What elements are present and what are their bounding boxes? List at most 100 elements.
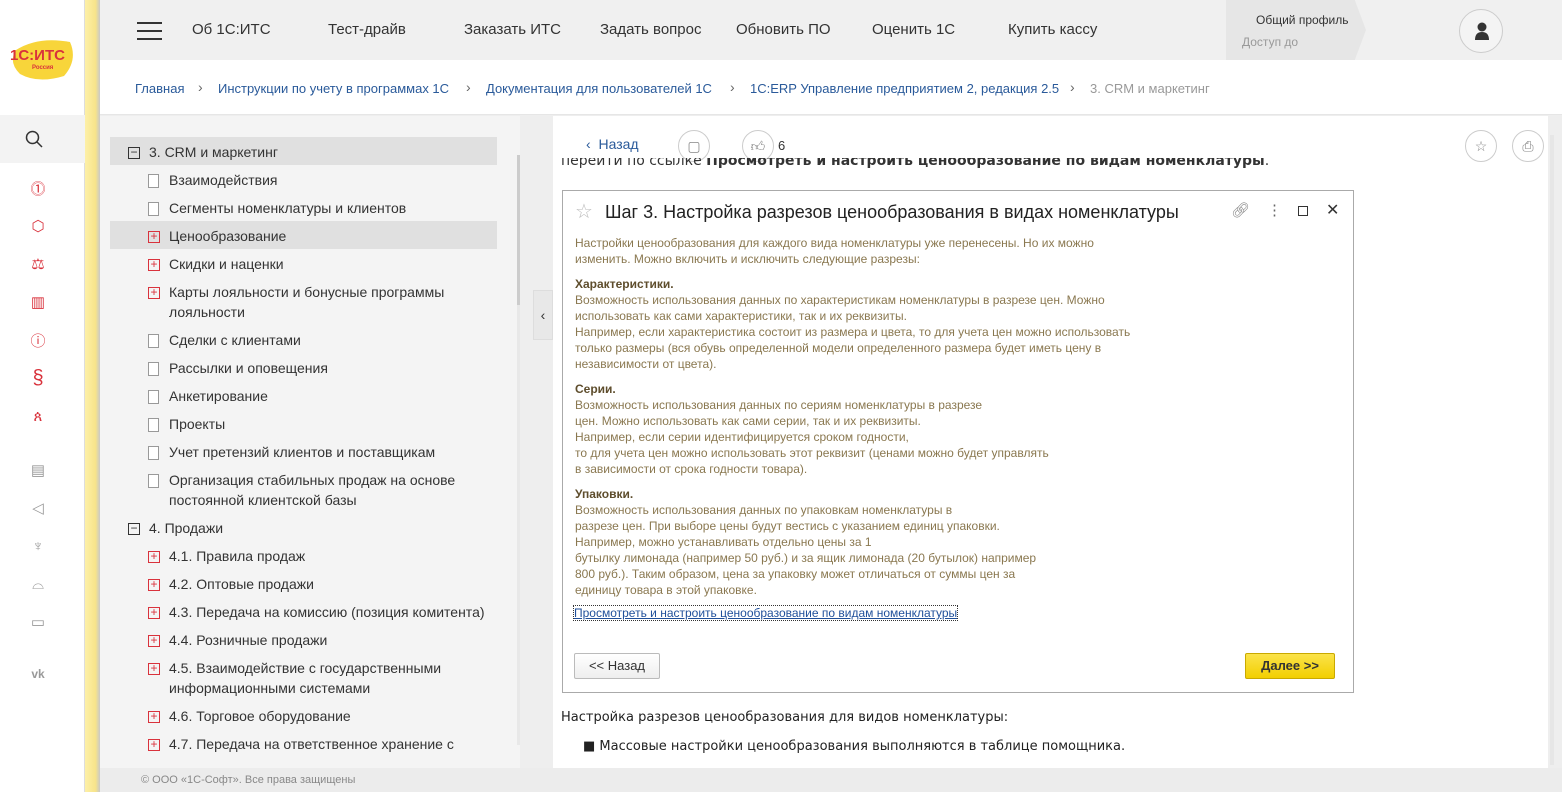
nav-update[interactable]: Обновить ПО [736, 21, 831, 38]
tree-item-label: Проекты [169, 416, 226, 432]
nav-about[interactable]: Об 1С:ИТС [192, 21, 271, 38]
scales-icon[interactable]: ⚖ [26, 252, 50, 276]
more-icon[interactable]: ⋮ [1267, 201, 1282, 219]
tree-item[interactable]: Учет претензий клиентов и поставщикам [100, 438, 520, 466]
back-link[interactable]: ‹ Назад [586, 136, 639, 152]
tree-item[interactable]: Рассылки и оповещения [100, 354, 520, 382]
nav-ask[interactable]: Задать вопрос [600, 21, 701, 38]
breadcrumb-docs[interactable]: Документация для пользователей 1С [486, 81, 712, 96]
document-icon[interactable] [148, 446, 159, 460]
document-icon[interactable] [148, 390, 159, 404]
cube-icon[interactable]: ⬡ [26, 214, 50, 238]
content-scrollbar[interactable] [1550, 135, 1554, 765]
wizard-back-button[interactable]: << Назад [574, 653, 660, 679]
collapse-icon[interactable]: − [128, 522, 140, 535]
expand-icon[interactable]: + [148, 230, 160, 243]
collapse-tree-button[interactable]: ‹ [533, 290, 553, 340]
expand-icon[interactable]: + [148, 662, 160, 675]
breadcrumb-separator: › [198, 79, 203, 95]
tree-item[interactable]: + Ценообразование [100, 221, 520, 250]
document-icon[interactable] [148, 174, 159, 188]
tree-scrollbar[interactable] [517, 155, 520, 305]
link-icon[interactable]: 🔗︎ [1231, 201, 1250, 219]
expand-icon[interactable]: + [148, 634, 160, 647]
chat-icon[interactable]: ▭ [26, 610, 50, 634]
maximize-icon[interactable] [1298, 206, 1308, 216]
breadcrumb-instructions[interactable]: Инструкции по учету в программах 1С [218, 81, 449, 96]
pricing-settings-link[interactable]: Просмотреть и настроить ценообразование … [572, 605, 959, 621]
tree-item-label: Анкетирование [169, 388, 268, 404]
graduation-cap-icon[interactable]: ⌓ [26, 572, 50, 596]
tree-item[interactable]: Сделки с клиентами [100, 326, 520, 354]
tree-item[interactable]: + Скидки и наценки [100, 250, 520, 278]
people-icon[interactable]: ጰ [26, 404, 50, 428]
tree-item[interactable]: Взаимодействия [100, 166, 520, 194]
expand-icon[interactable]: + [148, 738, 160, 751]
expand-icon[interactable]: + [148, 550, 160, 563]
thumbs-up-icon: 👍︎ [750, 138, 766, 154]
vk-icon[interactable]: vk [26, 662, 50, 686]
document-icon[interactable] [148, 418, 159, 432]
rail-divider [85, 0, 100, 792]
tree-item[interactable]: +4.5. Взаимодействие с государственными … [100, 654, 520, 702]
expand-icon[interactable]: + [148, 710, 160, 723]
expand-icon[interactable]: + [148, 578, 160, 591]
books-icon[interactable]: ▥ [26, 290, 50, 314]
print-button[interactable]: ⎙ [1512, 130, 1544, 162]
section-text: Возможность использования данных по упак… [575, 503, 1037, 597]
tree-item[interactable]: +4.4. Розничные продажи [100, 626, 520, 654]
favorite-button[interactable]: ☆ [1465, 130, 1497, 162]
tree-item[interactable]: +4.6. Торговое оборудование [100, 702, 520, 730]
collapse-icon[interactable]: − [128, 146, 140, 159]
tree-item[interactable]: + Карты лояльности и бонусные программы л… [100, 278, 520, 326]
tree-item-label: 4.4. Розничные продажи [169, 632, 328, 648]
tree-item-label: 4.7. Передача на ответственное хранение … [169, 736, 454, 752]
menu-icon[interactable] [137, 22, 162, 40]
nav-test-drive[interactable]: Тест-драйв [328, 21, 406, 38]
wizard-next-button[interactable]: Далее >> [1245, 653, 1335, 679]
nav-order[interactable]: Заказать ИТС [464, 21, 561, 38]
search-button[interactable] [0, 115, 85, 163]
close-icon[interactable]: ✕ [1326, 200, 1339, 220]
user-avatar-button[interactable] [1459, 9, 1503, 53]
expand-icon[interactable]: + [148, 286, 160, 299]
dialog-star-icon[interactable]: ☆ [575, 199, 593, 224]
nav-rate[interactable]: Оценить 1С [872, 21, 955, 38]
tree-item[interactable]: Проекты [100, 410, 520, 438]
bullet-icon: ■ [583, 739, 600, 754]
toc-tree: −3. CRM и маркетинг Взаимодействия Сегмент… [100, 116, 520, 768]
tree-item[interactable]: Анкетирование [100, 382, 520, 410]
profile-panel[interactable]: Общий профиль Доступ до [1226, 0, 1366, 60]
intro-suffix: . [1264, 158, 1270, 169]
section-text: Возможность использования данных по хара… [575, 293, 1131, 371]
paragraph-icon[interactable]: § [26, 366, 50, 390]
trophy-icon[interactable]: ♆ [26, 534, 50, 558]
nav-buy-register[interactable]: Купить кассу [1008, 21, 1097, 38]
document-icon[interactable] [148, 474, 159, 488]
tree-item[interactable]: +4.1. Правила продаж [100, 542, 520, 570]
tree-item[interactable]: −4. Продажи [100, 514, 520, 542]
comment-icon: ▢ [687, 138, 701, 154]
expand-icon[interactable]: + [148, 606, 160, 619]
info-icon[interactable]: ⓘ [26, 328, 50, 352]
breadcrumb-home[interactable]: Главная [135, 81, 184, 96]
intro-prefix: перейти по ссылке [561, 158, 707, 169]
tree-item[interactable]: Организация стабильных продаж на основе … [100, 466, 520, 514]
breadcrumb-erp[interactable]: 1С:ERP Управление предприятием 2, редакц… [750, 81, 1059, 96]
its-logo[interactable]: 1С:ИТС Россия [8, 36, 78, 82]
section-title: Серии. [575, 382, 616, 396]
tree-item[interactable]: −3. CRM и маркетинг [100, 137, 520, 166]
newspaper-icon[interactable]: ▤ [26, 458, 50, 482]
tree-item[interactable]: +4.7. Передача на ответственное хранение… [100, 730, 520, 758]
expand-icon[interactable]: + [148, 258, 160, 271]
megaphone-icon[interactable]: ◁ [26, 496, 50, 520]
section-characteristics: Характеристики. Возможность использования… [575, 276, 1130, 372]
tree-item[interactable]: +4.3. Передача на комиссию (позиция коми… [100, 598, 520, 626]
document-icon[interactable] [148, 202, 159, 216]
intro-link[interactable]: Просмотреть и настроить ценообразование … [706, 158, 1265, 169]
tree-item[interactable]: +4.2. Оптовые продажи [100, 570, 520, 598]
1c-icon[interactable]: ⓵ [26, 176, 50, 200]
document-icon[interactable] [148, 362, 159, 376]
tree-item[interactable]: Сегменты номенклатуры и клиентов [100, 194, 520, 222]
document-icon[interactable] [148, 334, 159, 348]
